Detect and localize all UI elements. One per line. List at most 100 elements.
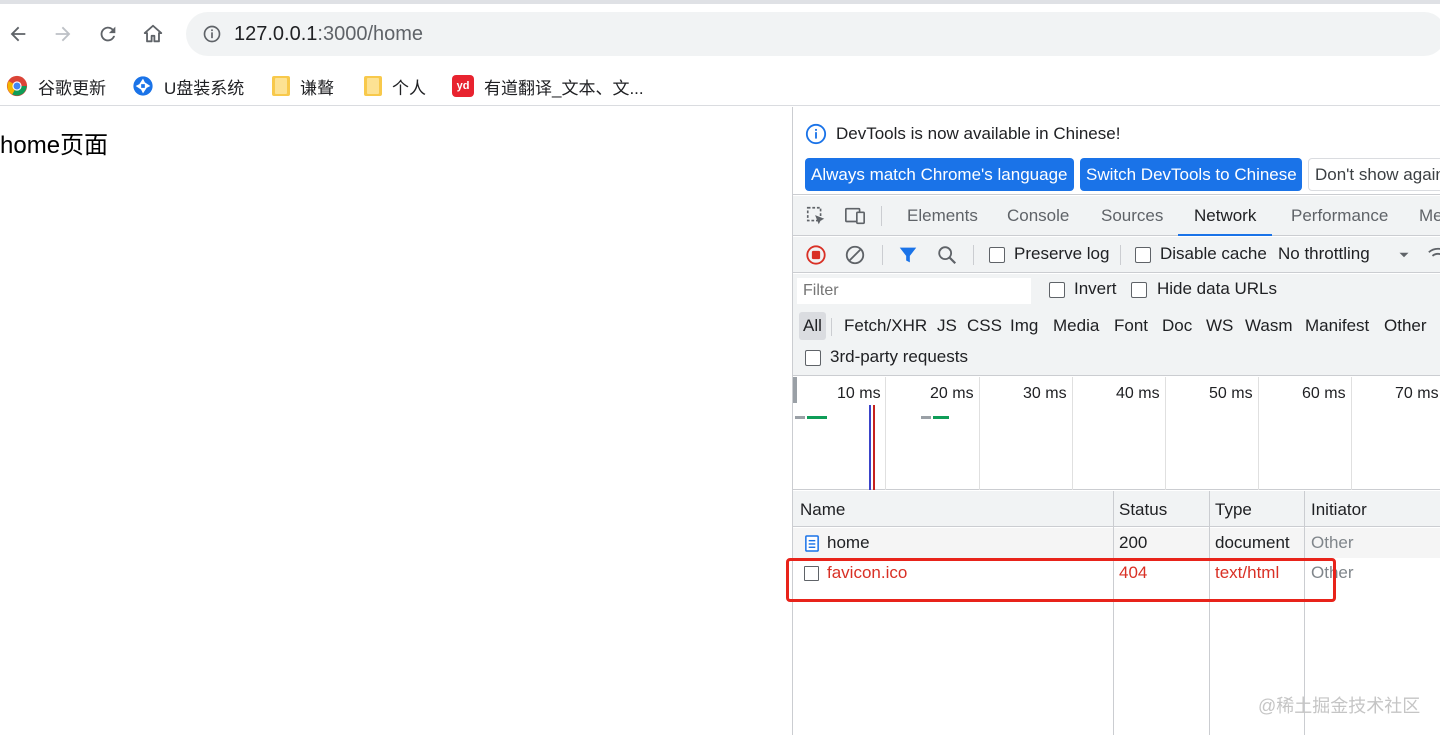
bookmark-item[interactable]: U盘装系统 <box>132 72 244 100</box>
tab-strip-edge <box>0 0 1440 4</box>
bookmark-item[interactable]: yd 有道翻译_文本、文... <box>452 72 644 100</box>
dont-show-again-button[interactable]: Don't show again <box>1308 158 1440 191</box>
wifi-icon[interactable] <box>1427 244 1440 266</box>
inspect-element-icon[interactable] <box>805 205 827 227</box>
bookmark-item[interactable]: 谦聱 <box>272 72 334 100</box>
tab-console[interactable]: Console <box>1007 196 1069 236</box>
tab-network[interactable]: Network <box>1178 196 1273 236</box>
timeline-gridline <box>885 377 886 490</box>
column-header-status[interactable]: Status <box>1119 500 1167 520</box>
timeline-gridline <box>1351 377 1352 490</box>
language-banner: DevTools is now available in Chinese! Al… <box>793 107 1440 195</box>
filter-input[interactable] <box>797 278 1031 304</box>
request-status: 404 <box>1119 563 1148 582</box>
column-header-type[interactable]: Type <box>1215 500 1252 520</box>
bookmark-item[interactable]: 谷歌更新 <box>6 72 106 100</box>
timeline-gridline <box>979 377 980 490</box>
timeline-gridline <box>1072 377 1073 490</box>
filter-type-js[interactable]: JS <box>933 312 961 340</box>
timeline-tick: 70 ms <box>1395 385 1439 402</box>
bookmark-label: 有道翻译_文本、文... <box>484 78 644 98</box>
filter-type-css[interactable]: CSS <box>963 312 1006 340</box>
match-language-button[interactable]: Always match Chrome's language <box>805 158 1074 191</box>
home-icon <box>143 24 163 43</box>
toolbar-divider <box>881 206 882 226</box>
request-type: document <box>1215 533 1290 552</box>
clear-icon[interactable] <box>844 244 866 266</box>
filter-type-doc[interactable]: Doc <box>1158 312 1196 340</box>
file-icon <box>804 566 819 581</box>
table-row[interactable]: home 200 document Other <box>793 528 1440 558</box>
bookmark-label: U盘装系统 <box>164 78 245 98</box>
devtools-tab-bar: Elements Console Sources Network Perform… <box>793 196 1440 236</box>
hide-data-urls-label: Hide data URLs <box>1157 279 1278 298</box>
filter-type-all[interactable]: All <box>799 312 826 340</box>
timeline-gridline <box>1165 377 1166 490</box>
forward-button[interactable] <box>47 18 79 50</box>
bookmark-item[interactable]: 个人 <box>364 72 426 100</box>
timeline-tick: 40 ms <box>1116 385 1160 402</box>
record-stop-icon[interactable] <box>805 244 827 266</box>
tab-memory[interactable]: Me <box>1419 196 1440 236</box>
filter-type-media[interactable]: Media <box>1049 312 1103 340</box>
aperture-icon <box>133 76 153 96</box>
filter-type-manifest[interactable]: Manifest <box>1301 312 1373 340</box>
network-timeline: 10 ms 20 ms 30 ms 40 ms 50 ms 60 ms 70 m… <box>793 377 1440 490</box>
tab-sources[interactable]: Sources <box>1101 196 1163 236</box>
chrome-icon <box>6 75 28 97</box>
request-name: favicon.ico <box>827 563 908 582</box>
table-header: Name Status Type Initiator <box>793 491 1440 527</box>
filter-divider <box>831 318 832 336</box>
filter-icon[interactable] <box>897 244 919 266</box>
column-header-initiator[interactable]: Initiator <box>1311 500 1367 520</box>
youdao-icon: yd <box>452 75 474 97</box>
filter-type-img[interactable]: Img <box>1006 312 1042 340</box>
home-button[interactable] <box>137 18 169 50</box>
chevron-down-icon[interactable] <box>1395 244 1413 266</box>
throttling-select[interactable]: No throttling <box>1278 244 1370 264</box>
document-icon <box>805 535 819 552</box>
filter-type-wasm[interactable]: Wasm <box>1241 312 1297 340</box>
column-divider[interactable] <box>1209 491 1210 735</box>
tab-elements[interactable]: Elements <box>907 196 978 236</box>
preserve-log-checkbox[interactable] <box>989 247 1005 263</box>
tab-performance[interactable]: Performance <box>1291 196 1388 236</box>
hide-data-urls-checkbox[interactable] <box>1131 282 1147 298</box>
search-icon[interactable] <box>936 244 958 266</box>
arrow-left-icon <box>10 26 26 42</box>
filter-type-other[interactable]: Other <box>1380 312 1431 340</box>
third-party-checkbox[interactable] <box>805 350 821 366</box>
request-status: 200 <box>1119 533 1148 552</box>
banner-message: DevTools is now available in Chinese! <box>836 124 1121 143</box>
filter-type-font[interactable]: Font <box>1110 312 1152 340</box>
back-button[interactable] <box>2 18 34 50</box>
device-toolbar-icon[interactable] <box>844 205 866 227</box>
request-initiator: Other <box>1311 563 1354 582</box>
url-host: 127.0.0.1 <box>234 23 318 45</box>
toolbar-divider <box>882 245 883 265</box>
third-party-label: 3rd-party requests <box>830 347 968 366</box>
switch-to-chinese-button[interactable]: Switch DevTools to Chinese <box>1080 158 1302 191</box>
timeline-tick: 60 ms <box>1302 385 1346 402</box>
column-header-name[interactable]: Name <box>800 500 845 520</box>
folder-icon <box>364 76 382 96</box>
disable-cache-label: Disable cache <box>1160 244 1267 263</box>
table-row[interactable]: favicon.ico 404 text/html Other <box>793 558 1440 588</box>
disable-cache-checkbox[interactable] <box>1135 247 1151 263</box>
invert-checkbox[interactable] <box>1049 282 1065 298</box>
network-toolbar: Preserve log Disable cache No throttling <box>793 237 1440 273</box>
devtools-panel: DevTools is now available in Chinese! Al… <box>792 107 1440 735</box>
address-bar[interactable]: 127.0.0.1:3000/home <box>186 12 1440 56</box>
folder-icon <box>272 76 290 96</box>
page-viewport: home页面 <box>0 107 792 735</box>
filter-type-ws[interactable]: WS <box>1202 312 1237 340</box>
request-bar-wait <box>921 416 931 419</box>
request-bar-wait <box>795 416 805 419</box>
timeline-tick: 30 ms <box>1023 385 1067 402</box>
site-info-icon[interactable] <box>202 24 222 44</box>
timeline-window-handle[interactable] <box>793 377 797 403</box>
preserve-log-label: Preserve log <box>1014 244 1110 263</box>
reload-button[interactable] <box>92 18 124 50</box>
column-divider[interactable] <box>1113 491 1114 735</box>
filter-type-fetch[interactable]: Fetch/XHR <box>840 312 931 340</box>
